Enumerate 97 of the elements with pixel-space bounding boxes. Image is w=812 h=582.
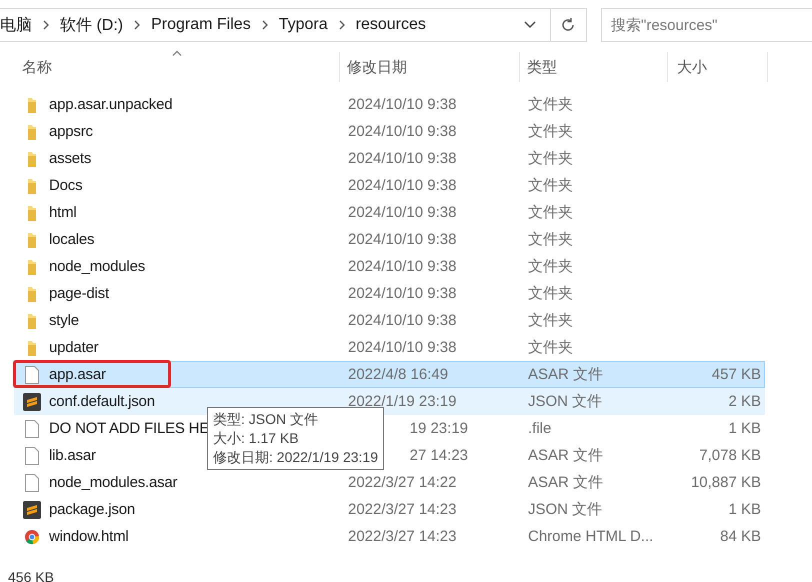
file-type: .file (528, 420, 552, 437)
modified-date: 27 14:23 (410, 447, 468, 464)
folder-icon (28, 150, 36, 166)
file-name: window.html (49, 528, 129, 545)
file-size: 84 KB (719, 528, 761, 545)
tooltip-line: 大小: 1.17 KB (213, 429, 300, 448)
modified-date: 2022/3/27 14:23 (348, 501, 456, 518)
file-type: JSON 文件 (528, 500, 604, 519)
file-name: html (49, 204, 77, 221)
status-text: 456 KB (8, 569, 55, 582)
search-field[interactable]: 搜索"resources" (601, 8, 812, 42)
modified-date: 2024/10/10 9:38 (348, 231, 456, 248)
folder-icon (28, 232, 36, 248)
file-type: JSON 文件 (528, 392, 604, 411)
file-size: 10,887 KB (690, 474, 761, 491)
file-size: 7,078 KB (698, 447, 761, 464)
round-color-icon (24, 528, 40, 544)
chevron-icon (338, 20, 345, 30)
folder-icon (28, 340, 36, 356)
chevron-icon (134, 20, 140, 30)
file-type: ASAR 文件 (528, 446, 604, 465)
file-type: 文件夹 (528, 95, 574, 114)
file-type: Chrome HTML D... (528, 528, 654, 545)
file-name: node_modules.asar (49, 474, 178, 491)
column-header[interactable]: 类型 (520, 52, 668, 82)
refresh-button[interactable] (550, 8, 587, 42)
file-icon (25, 474, 39, 492)
file-type: 文件夹 (528, 176, 574, 195)
s-tile-icon (23, 500, 41, 518)
file-type: 文件夹 (528, 203, 574, 222)
file-name: conf.default.json (49, 393, 155, 410)
modified-date: 2024/10/10 9:38 (348, 312, 456, 329)
file-icon (25, 366, 39, 384)
refresh-icon (560, 17, 576, 33)
modified-date: 2024/10/10 9:38 (348, 285, 456, 302)
breadcrumb[interactable]: 软件 (D:) (52, 14, 132, 36)
s-tile-icon (23, 392, 41, 410)
file-name: page-dist (49, 285, 109, 302)
file-size: 1 KB (727, 420, 761, 437)
modified-date: 2024/10/10 9:38 (348, 258, 456, 275)
column-header[interactable]: 修改日期 (340, 52, 520, 82)
folder-icon (28, 124, 36, 140)
file-row[interactable]: app.asar 2022/4/8 16:49 ASAR 文件 457 KB (14, 361, 765, 388)
file-name: style (49, 312, 79, 329)
breadcrumb[interactable]: Program Files (143, 16, 259, 34)
folder-icon (28, 312, 36, 328)
modified-date: 2022/3/27 14:23 (348, 528, 456, 545)
file-type: ASAR 文件 (528, 365, 604, 384)
modified-date: 2022/4/8 16:49 (348, 366, 448, 383)
modified-date: 2022/3/27 14:22 (348, 474, 456, 491)
file-type: 文件夹 (528, 284, 574, 303)
file-name: Docs (49, 177, 82, 194)
file-name: updater (49, 339, 98, 356)
file-type: 文件夹 (528, 149, 574, 168)
file-name: app.asar.unpacked (49, 96, 172, 113)
folder-icon (28, 286, 36, 302)
file-name: node_modules (49, 258, 146, 275)
folder-icon (28, 258, 36, 274)
file-name: appsrc (49, 123, 93, 140)
file-name: locales (49, 231, 94, 248)
modified-date: 2024/10/10 9:38 (348, 204, 456, 221)
folder-icon (28, 178, 36, 194)
file-size: 457 KB (710, 366, 761, 383)
folder-icon (28, 204, 36, 220)
folder-icon (28, 96, 36, 112)
file-name: lib.asar (49, 447, 96, 464)
modified-date: 19 23:19 (410, 420, 468, 437)
address-bar[interactable]: 电脑 软件 (D:) Program Files Typora resources (0, 8, 550, 42)
breadcrumb[interactable]: Typora (270, 16, 336, 34)
modified-date: 2024/10/10 9:38 (348, 177, 456, 194)
modified-date: 2024/10/10 9:38 (348, 96, 456, 113)
file-type: 文件夹 (528, 230, 574, 249)
breadcrumb[interactable]: resources (348, 16, 434, 34)
modified-date: 2024/10/10 9:38 (348, 339, 456, 356)
file-name: app.asar (49, 366, 106, 383)
sort-caret-icon (172, 50, 182, 56)
modified-date: 2024/10/10 9:38 (348, 150, 456, 167)
chevron-icon (262, 20, 268, 30)
file-icon (25, 420, 39, 438)
file-type: 文件夹 (528, 311, 574, 330)
breadcrumb[interactable]: 电脑 (0, 14, 40, 36)
modified-date: 2022/1/19 23:19 (348, 393, 456, 410)
file-name: package.json (49, 501, 135, 518)
dropdown-icon[interactable] (524, 21, 536, 29)
file-type: 文件夹 (528, 122, 574, 141)
file-type: ASAR 文件 (528, 473, 604, 492)
file-size: 1 KB (727, 501, 761, 518)
file-name: assets (49, 150, 92, 167)
tooltip-line: 修改日期: 2022/1/19 23:19 (213, 448, 378, 467)
modified-date: 2024/10/10 9:38 (348, 123, 456, 140)
column-header[interactable]: 名称 (14, 52, 340, 82)
file-type: 文件夹 (528, 257, 574, 276)
file-size: 2 KB (727, 393, 761, 410)
column-header[interactable]: 大小 (668, 52, 768, 82)
file-icon (25, 446, 39, 464)
chevron-icon (43, 20, 49, 30)
file-type: 文件夹 (528, 338, 574, 357)
